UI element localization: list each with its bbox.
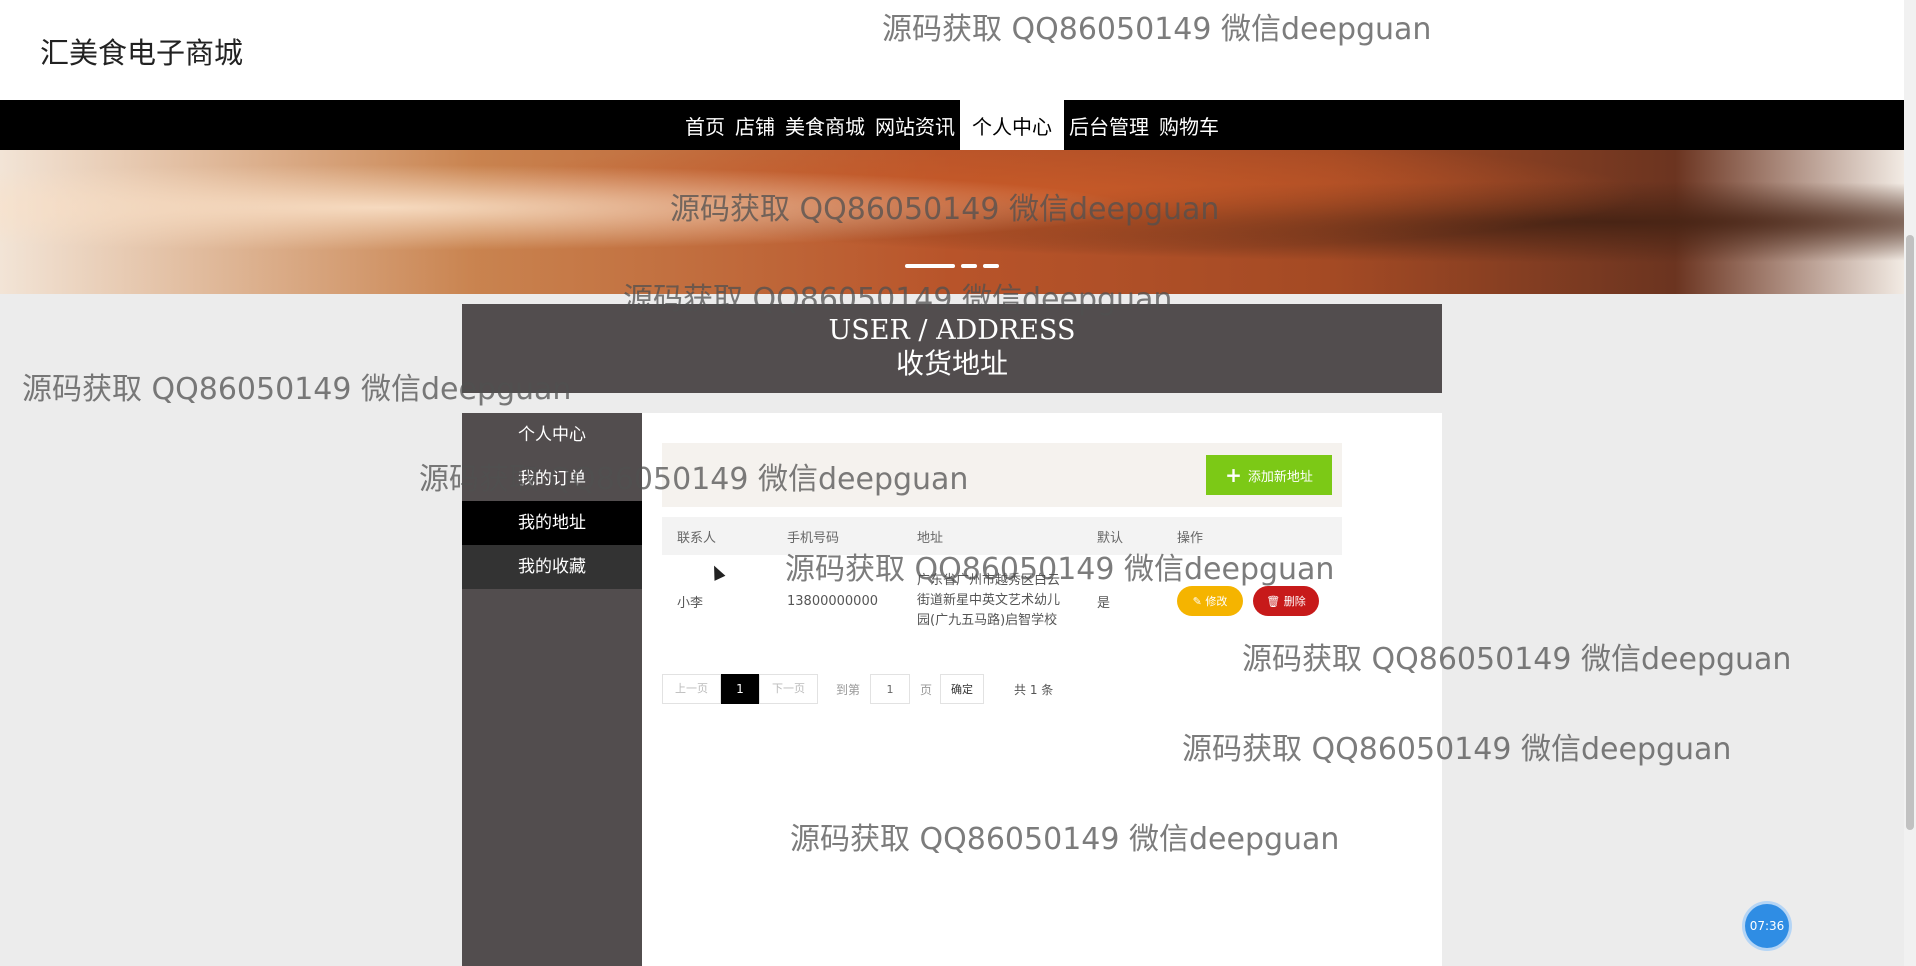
goto-page-input[interactable] — [870, 674, 911, 704]
pagination: 上一页 1 下一页 到第 页 确定 共 1 条 — [662, 674, 1053, 704]
add-address-button[interactable]: + 添加新地址 — [1206, 455, 1332, 495]
sidebar-item-address[interactable]: 我的地址 — [462, 501, 642, 545]
col-actions: 操作 — [1177, 530, 1204, 546]
current-page[interactable]: 1 — [721, 674, 759, 704]
page-title-en: USER / ADDRESS — [828, 315, 1076, 346]
site-header: 汇美食电子商城 — [0, 0, 1904, 100]
banner-dot-3[interactable] — [983, 264, 999, 268]
delete-label: 删除 — [1283, 595, 1306, 608]
col-default: 默认 — [1097, 530, 1124, 546]
nav-home[interactable]: 首页 — [680, 100, 730, 150]
col-contact: 联系人 — [677, 530, 717, 546]
cell-default: 是 — [1097, 595, 1111, 611]
goto-confirm-button[interactable]: 确定 — [940, 674, 985, 704]
user-sidebar: 个人中心 我的订单 我的地址 我的收藏 — [462, 413, 642, 966]
col-address: 地址 — [917, 530, 944, 546]
next-page-button[interactable]: 下一页 — [759, 674, 818, 704]
nav-user-center[interactable]: 个人中心 — [960, 100, 1064, 150]
banner-indicators — [905, 264, 999, 268]
page-title-cn: 收货地址 — [895, 347, 1008, 380]
site-logo[interactable]: 汇美食电子商城 — [40, 30, 243, 72]
sidebar-item-user-center[interactable]: 个人中心 — [462, 413, 642, 457]
address-toolbar: + 添加新地址 — [662, 443, 1342, 507]
nav-news[interactable]: 网站资讯 — [870, 100, 960, 150]
scrollbar-thumb[interactable] — [1906, 235, 1914, 830]
table-row: 小李 13800000000 广东省广州市越秀区白云街道新星中英文艺术幼儿园(广… — [662, 555, 1342, 647]
nav-admin[interactable]: 后台管理 — [1064, 100, 1154, 150]
goto-suffix: 页 — [920, 682, 933, 697]
nav-cart[interactable]: 购物车 — [1154, 100, 1224, 150]
sidebar-item-orders[interactable]: 我的订单 — [462, 457, 642, 501]
edit-label: 修改 — [1205, 595, 1228, 608]
address-panel: + 添加新地址 联系人 手机号码 地址 默认 操作 小李 13800000000… — [642, 413, 1442, 966]
goto-prefix: 到第 — [836, 682, 861, 697]
address-text: 广东省广州市越秀区白云街道新星中英文艺术幼儿园(广九五马路)启智学校 — [917, 573, 1061, 628]
address-table: 联系人 手机号码 地址 默认 操作 小李 13800000000 广东省广州市越… — [662, 517, 1342, 647]
prev-page-button[interactable]: 上一页 — [662, 674, 721, 704]
banner-image — [0, 150, 1904, 294]
page-scrollbar[interactable] — [1904, 0, 1916, 966]
page-title: USER / ADDRESS 收货地址 — [462, 304, 1442, 393]
sidebar-item-favorites[interactable]: 我的收藏 — [462, 545, 642, 589]
nav-shops[interactable]: 店铺 — [730, 100, 780, 150]
col-phone: 手机号码 — [787, 530, 840, 546]
delete-button[interactable]: 🗑 删除 — [1253, 586, 1319, 616]
nav-food-mall[interactable]: 美食商城 — [780, 100, 870, 150]
banner-dot-2[interactable] — [961, 264, 977, 268]
plus-icon: + — [1225, 463, 1242, 487]
table-header-row: 联系人 手机号码 地址 默认 操作 — [662, 517, 1342, 555]
cell-address: 广东省广州市越秀区白云街道新星中英文艺术幼儿园(广九五马路)启智学校 — [902, 555, 1082, 647]
add-address-label: 添加新地址 — [1247, 469, 1313, 485]
clock-widget[interactable]: 07:36 — [1745, 904, 1789, 948]
cell-actions: ✎ 修改 🗑 删除 — [1162, 555, 1342, 647]
main-nav: 首页 店铺 美食商城 网站资讯 个人中心 后台管理 购物车 — [0, 100, 1904, 150]
total-count: 共 1 条 — [1014, 682, 1054, 697]
cell-phone: 13800000000 — [787, 593, 878, 609]
edit-button[interactable]: ✎ 修改 — [1177, 586, 1243, 616]
banner-dot-1[interactable] — [905, 264, 955, 268]
